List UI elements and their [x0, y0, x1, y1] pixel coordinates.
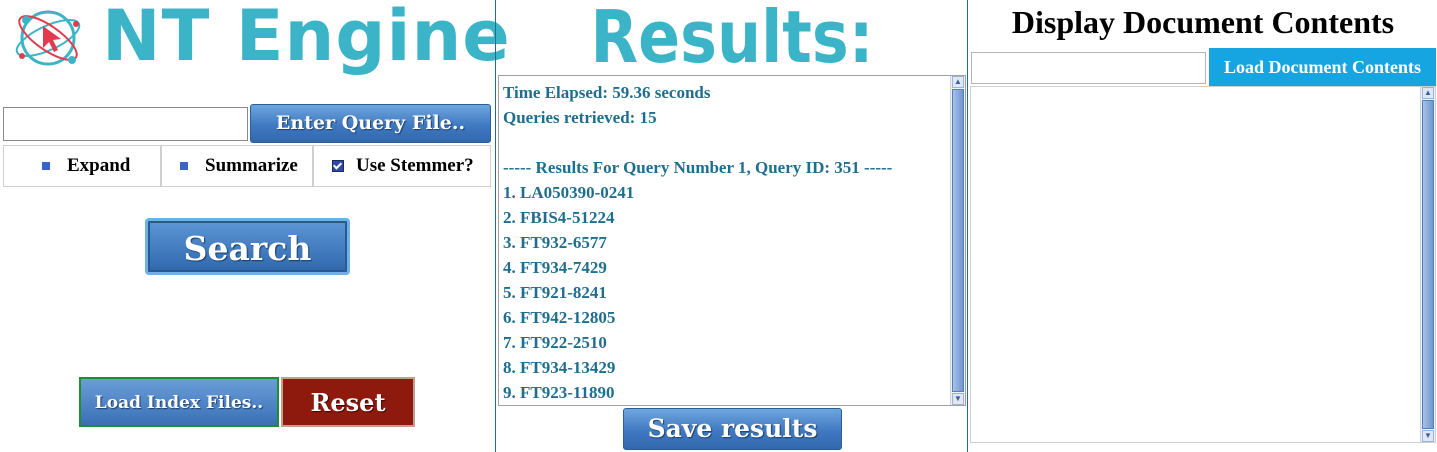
result-line: 4. FT934-7429: [503, 258, 607, 277]
result-line: Queries retrieved: 15: [503, 108, 657, 127]
result-line: 7. FT922-2510: [503, 333, 607, 352]
document-scrollbar[interactable]: ▲ ▼: [1420, 87, 1435, 442]
result-line: [503, 130, 892, 155]
scroll-thumb[interactable]: [952, 89, 964, 392]
results-panel: Results: Time Elapsed: 59.36 seconds Quer…: [495, 0, 967, 452]
load-document-contents-button[interactable]: Load Document Contents: [1209, 48, 1436, 86]
save-results-button[interactable]: Save results: [623, 408, 842, 450]
result-line: 8. FT934-13429: [503, 358, 616, 377]
result-line: 1. LA050390-0241: [503, 183, 635, 202]
scroll-up-icon[interactable]: ▲: [1422, 87, 1434, 99]
reset-button[interactable]: Reset: [281, 377, 415, 427]
results-textarea[interactable]: Time Elapsed: 59.36 seconds Queries retri…: [498, 75, 966, 406]
query-file-input[interactable]: [3, 107, 248, 141]
summarize-label: Summarize: [205, 155, 298, 176]
scroll-up-icon[interactable]: ▲: [952, 76, 964, 88]
summarize-option[interactable]: Summarize: [161, 145, 313, 187]
use-stemmer-checkbox[interactable]: [332, 160, 344, 172]
document-id-input[interactable]: [971, 52, 1206, 84]
options-row: Expand Summarize Use Stemmer?: [3, 145, 491, 187]
expand-option[interactable]: Expand: [3, 145, 161, 187]
results-scrollbar[interactable]: ▲ ▼: [950, 76, 965, 405]
result-line: 9. FT923-11890: [503, 383, 615, 402]
results-content: Time Elapsed: 59.36 seconds Queries retri…: [503, 80, 892, 405]
scroll-down-icon[interactable]: ▼: [952, 393, 964, 405]
scroll-thumb[interactable]: [1422, 100, 1434, 429]
load-index-files-button[interactable]: Load Index Files..: [79, 377, 279, 427]
search-button[interactable]: Search: [145, 218, 350, 275]
result-line: 2. FBIS4-51224: [503, 208, 615, 227]
use-stemmer-option[interactable]: Use Stemmer?: [313, 145, 491, 187]
app-title: NT Engine: [102, 0, 511, 77]
scroll-down-icon[interactable]: ▼: [1422, 430, 1434, 442]
document-title: Display Document Contents: [1011, 4, 1395, 40]
result-line: 6. FT942-12805: [503, 308, 616, 327]
document-panel: Display Document Contents Load Document …: [967, 0, 1437, 452]
expand-label: Expand: [67, 155, 131, 176]
enter-query-file-button[interactable]: Enter Query File..: [250, 104, 491, 143]
query-panel: NT Engine Enter Query File.. Expand Summ…: [0, 0, 510, 452]
use-stemmer-label: Use Stemmer?: [356, 155, 474, 176]
summarize-checkbox[interactable]: [180, 162, 188, 170]
results-title: Results:: [590, 0, 874, 79]
app-logo-icon: [10, 2, 95, 76]
result-line: ----- Results For Query Number 1, Query …: [503, 158, 893, 177]
result-line: 5. FT921-8241: [503, 283, 607, 302]
expand-checkbox[interactable]: [42, 162, 50, 170]
document-contents-area[interactable]: ▲ ▼: [970, 86, 1436, 443]
result-line: Time Elapsed: 59.36 seconds: [503, 83, 711, 102]
result-line: 3. FT932-6577: [503, 233, 607, 252]
